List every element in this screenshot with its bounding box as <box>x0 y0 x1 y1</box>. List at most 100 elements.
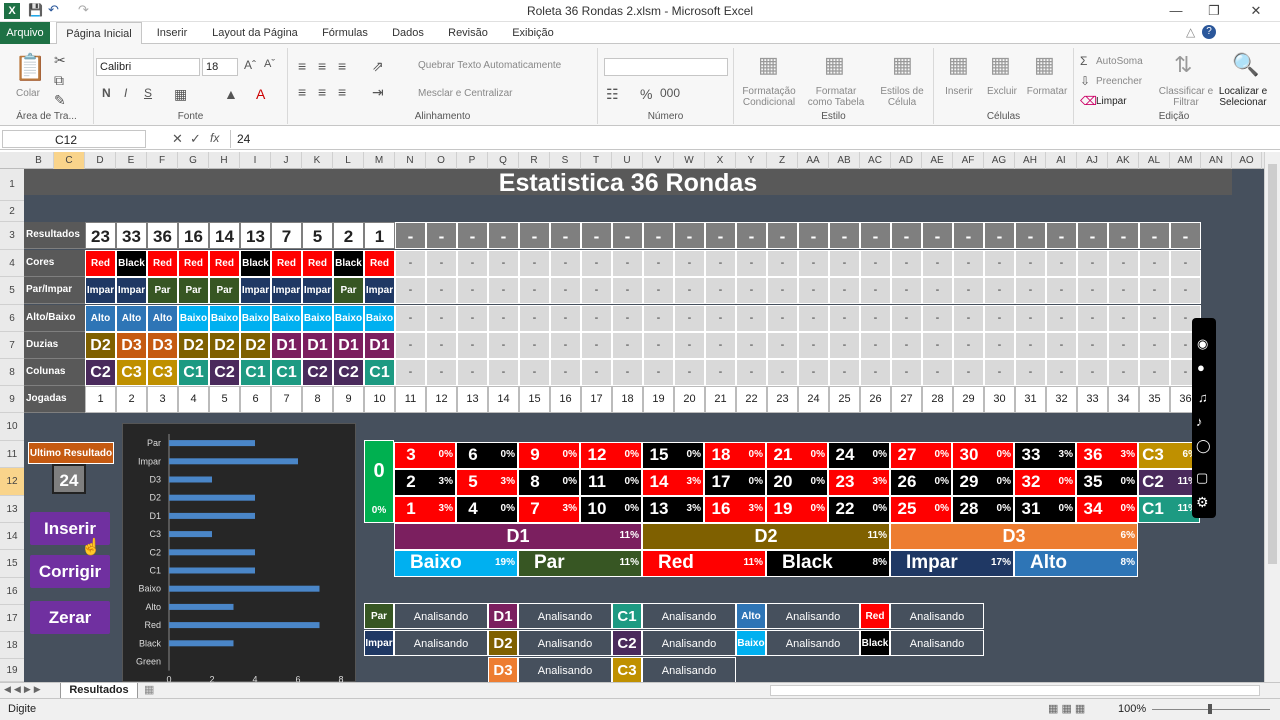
format-table-button[interactable]: Formatar como Tabela <box>804 86 868 108</box>
cell-cores[interactable]: - <box>953 250 984 277</box>
borders-icon[interactable]: ▦ <box>174 86 187 103</box>
cell-colunas[interactable]: - <box>488 359 519 386</box>
column-header[interactable]: AA <box>798 152 829 169</box>
resultado-cell[interactable]: - <box>984 222 1015 249</box>
column-header[interactable]: Y <box>736 152 767 169</box>
sheet-area[interactable]: Estatistica 36 Rondas Resultados Cores Par… <box>24 169 1264 685</box>
cell-duzias[interactable]: - <box>395 332 426 359</box>
column-header[interactable]: Z <box>767 152 798 169</box>
sort-filter-button[interactable]: Classificar e Filtrar <box>1156 86 1216 108</box>
cell-duzias[interactable]: - <box>1015 332 1046 359</box>
cell-cores[interactable]: Black <box>116 250 147 277</box>
wrap-text-button[interactable]: Quebrar Texto Automaticamente <box>418 60 598 71</box>
insert-cells-icon[interactable]: ▦ <box>948 52 969 78</box>
cell-colunas[interactable]: - <box>891 359 922 386</box>
cell-cores[interactable]: - <box>1046 250 1077 277</box>
cell-duzias[interactable]: - <box>829 332 860 359</box>
cell-colunas[interactable]: - <box>674 359 705 386</box>
cell-parimpar[interactable]: - <box>643 277 674 304</box>
cell-colunas[interactable]: C1 <box>240 359 271 386</box>
column-header[interactable]: V <box>643 152 674 169</box>
autosum-button[interactable]: AutoSoma <box>1096 56 1156 67</box>
cell-parimpar[interactable]: Impar <box>302 277 333 304</box>
cell-cores[interactable]: Red <box>147 250 178 277</box>
resultado-cell[interactable]: 23 <box>85 222 116 249</box>
column-header[interactable]: AD <box>891 152 922 169</box>
restore-icon[interactable]: ❐ <box>1194 0 1234 22</box>
sheet-nav-icon[interactable]: ◀◀▶▶ <box>4 684 44 695</box>
cell-parimpar[interactable]: Impar <box>271 277 302 304</box>
column-header[interactable]: S <box>550 152 581 169</box>
cell-colunas[interactable]: C1 <box>364 359 395 386</box>
cell-cores[interactable]: - <box>860 250 891 277</box>
zoom-slider-thumb[interactable] <box>1208 704 1212 714</box>
confirm-icon[interactable]: ✓ <box>190 131 201 147</box>
cell-duzias[interactable]: - <box>798 332 829 359</box>
tab-formulas[interactable]: Fórmulas <box>314 22 376 44</box>
column-header[interactable]: D <box>85 152 116 169</box>
cut-icon[interactable]: ✂ <box>54 52 66 69</box>
cell-colunas[interactable]: C3 <box>147 359 178 386</box>
cell-parimpar[interactable]: - <box>953 277 984 304</box>
minimize-icon[interactable]: — <box>1156 0 1196 22</box>
cell-duzias[interactable]: - <box>426 332 457 359</box>
cell-colunas[interactable]: C2 <box>302 359 333 386</box>
cell-duzias[interactable]: - <box>1108 332 1139 359</box>
column-header[interactable]: AH <box>1015 152 1046 169</box>
cell-altobaixo[interactable]: - <box>1046 305 1077 332</box>
column-header[interactable]: AN <box>1201 152 1232 169</box>
cell-cores[interactable]: - <box>705 250 736 277</box>
row-header[interactable]: 6 <box>0 305 24 332</box>
resultado-cell[interactable]: 14 <box>209 222 240 249</box>
merge-center-button[interactable]: Mesclar e Centralizar <box>418 88 598 99</box>
cell-cores[interactable]: Black <box>240 250 271 277</box>
tab-pagina-inicial[interactable]: Página Inicial <box>56 22 142 44</box>
cell-duzias[interactable]: - <box>457 332 488 359</box>
row-header[interactable]: 4 <box>0 250 24 277</box>
cell-parimpar[interactable]: - <box>860 277 891 304</box>
cell-colunas[interactable]: - <box>395 359 426 386</box>
cell-duzias[interactable]: - <box>1139 332 1170 359</box>
cell-colunas[interactable]: - <box>984 359 1015 386</box>
tab-layout[interactable]: Layout da Página <box>200 22 310 44</box>
cell-duzias[interactable]: D2 <box>178 332 209 359</box>
cell-cores[interactable]: - <box>674 250 705 277</box>
cell-altobaixo[interactable]: - <box>1108 305 1139 332</box>
delete-cells-icon[interactable]: ▦ <box>990 52 1011 78</box>
cell-cores[interactable]: - <box>643 250 674 277</box>
cell-parimpar[interactable]: - <box>426 277 457 304</box>
cell-altobaixo[interactable]: - <box>860 305 891 332</box>
resultado-cell[interactable]: - <box>488 222 519 249</box>
resultado-cell[interactable]: 2 <box>333 222 364 249</box>
cell-parimpar[interactable]: - <box>1170 277 1201 304</box>
cell-colunas[interactable]: C2 <box>333 359 364 386</box>
row-header[interactable]: 10 <box>0 413 24 441</box>
column-header[interactable]: W <box>674 152 705 169</box>
resultado-cell[interactable]: - <box>674 222 705 249</box>
cell-parimpar[interactable]: - <box>1077 277 1108 304</box>
cell-parimpar[interactable]: - <box>550 277 581 304</box>
cell-cores[interactable]: Red <box>85 250 116 277</box>
column-header[interactable]: F <box>147 152 178 169</box>
view-buttons-icon[interactable]: ▦ ▦ ▦ <box>1048 702 1085 715</box>
column-header[interactable]: E <box>116 152 147 169</box>
delete-cells-button[interactable]: Excluir <box>980 86 1024 97</box>
cell-altobaixo[interactable]: Baixo <box>271 305 302 332</box>
cell-parimpar[interactable]: Impar <box>240 277 271 304</box>
resultado-cell[interactable]: - <box>1077 222 1108 249</box>
fill-icon[interactable]: ⇩ <box>1080 74 1090 88</box>
cell-parimpar[interactable]: - <box>829 277 860 304</box>
cell-colunas[interactable]: C1 <box>271 359 302 386</box>
cell-cores[interactable]: - <box>984 250 1015 277</box>
record-icon[interactable]: ● <box>1197 360 1205 375</box>
cell-parimpar[interactable]: - <box>612 277 643 304</box>
cell-cores[interactable]: - <box>1170 250 1201 277</box>
cell-duzias[interactable]: - <box>860 332 891 359</box>
cell-duzias[interactable]: D1 <box>271 332 302 359</box>
column-header[interactable]: U <box>612 152 643 169</box>
resultado-cell[interactable]: 16 <box>178 222 209 249</box>
cell-duzias[interactable]: D3 <box>147 332 178 359</box>
resultado-cell[interactable]: - <box>705 222 736 249</box>
resultado-cell[interactable]: 13 <box>240 222 271 249</box>
sort-filter-icon[interactable]: ⇅ <box>1174 52 1192 78</box>
